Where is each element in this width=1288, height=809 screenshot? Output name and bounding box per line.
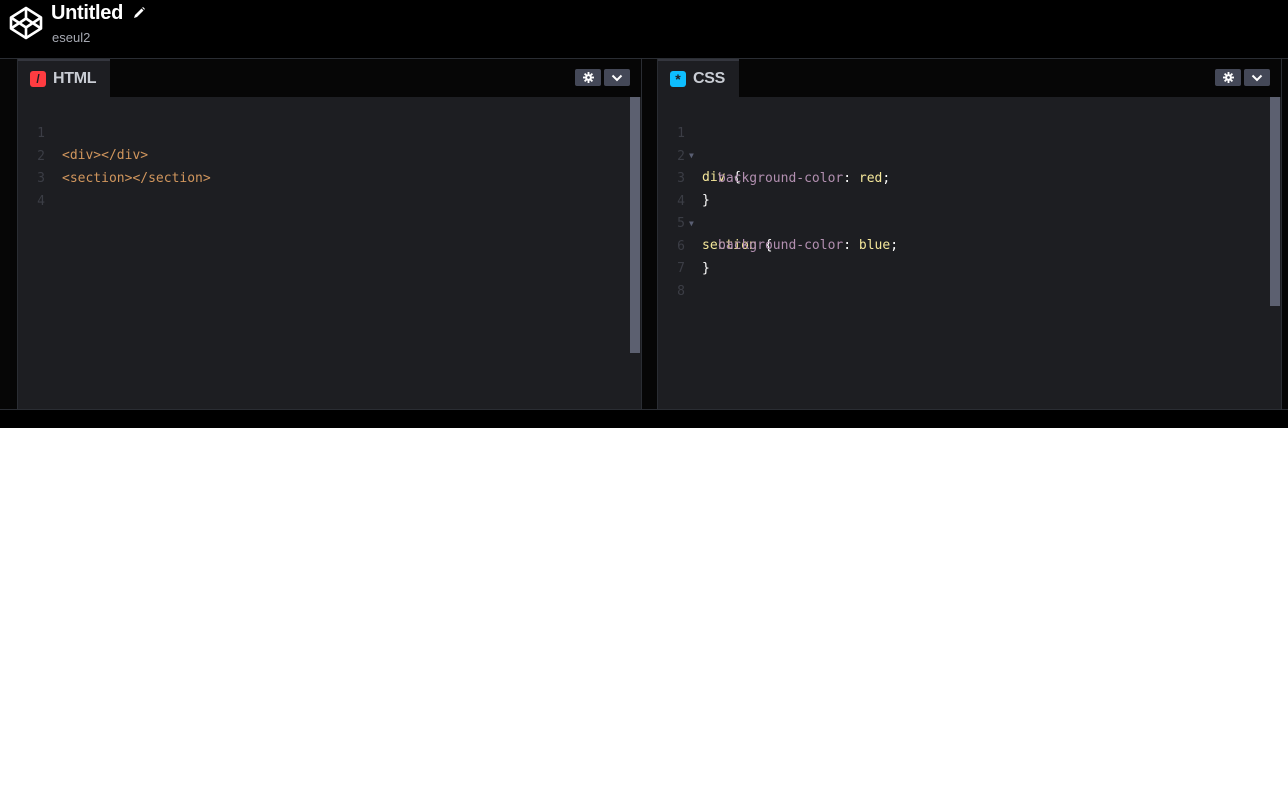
gear-icon	[1222, 72, 1234, 83]
css-editor-panel: * CSS 1 ▼ div {2 background-color: red;…	[657, 59, 1282, 409]
tab-label: HTML	[53, 70, 97, 87]
app-header: Untitled eseul2	[0, 0, 1288, 59]
chevron-down-icon	[611, 74, 623, 81]
css-icon: *	[670, 71, 686, 87]
line-number: 4	[37, 194, 45, 209]
html-scrollbar[interactable]	[630, 97, 640, 353]
pencil-icon[interactable]	[132, 6, 146, 20]
css-colon: :	[843, 238, 859, 253]
code-line: 6 }	[658, 214, 721, 276]
bottom-resize-bar[interactable]	[0, 409, 1288, 428]
html-icon: /	[30, 71, 46, 87]
css-value: blue	[858, 238, 891, 253]
tab-css[interactable]: * CSS	[658, 59, 739, 97]
author-username[interactable]: eseul2	[52, 30, 90, 45]
code-line: 4 ▼ section {	[658, 169, 772, 253]
code-line: 8	[658, 259, 721, 299]
editor-region: / HTML 1 <div></div> 2 <section></sectio…	[0, 59, 1288, 409]
html-editor-panel: / HTML 1 <div></div> 2 <section></sectio…	[17, 59, 642, 409]
code-line: 3	[18, 146, 81, 186]
chevron-down-icon	[1251, 74, 1263, 81]
code-line: 1 ▼ div {	[658, 101, 741, 185]
code-text: background-color: red;	[718, 168, 890, 190]
code-line: 4	[18, 169, 81, 209]
code-line: 5 background-color: blue;	[658, 191, 898, 253]
html-code-area[interactable]: 1 <div></div> 2 <section></section> 3 4	[18, 97, 641, 409]
gear-icon	[582, 72, 594, 83]
code-line: 2 background-color: red;	[658, 124, 890, 186]
css-property: background-color	[718, 171, 844, 186]
title-area: Untitled	[51, 2, 146, 25]
css-colon: :	[843, 171, 859, 186]
css-semicolon: ;	[882, 171, 891, 186]
line-number: 8	[677, 284, 685, 299]
code-line: 1 <div></div>	[18, 101, 148, 163]
html-collapse-button[interactable]	[604, 69, 630, 86]
css-property: background-color	[718, 238, 844, 253]
html-panel-header: / HTML	[18, 59, 641, 97]
css-semicolon: ;	[890, 238, 899, 253]
css-panel-header: * CSS	[658, 59, 1281, 97]
css-code-area[interactable]: 1 ▼ div { 2 background-color: red; 3 } 4…	[658, 97, 1281, 409]
pen-title[interactable]: Untitled	[51, 2, 123, 25]
codepen-logo-icon[interactable]	[8, 5, 44, 41]
tab-html[interactable]: / HTML	[18, 59, 111, 97]
css-settings-button[interactable]	[1215, 69, 1241, 86]
css-scrollbar[interactable]	[1270, 97, 1280, 306]
code-line: 2 <section></section>	[18, 124, 211, 186]
code-line: 7	[658, 236, 721, 276]
css-value: red	[858, 171, 883, 186]
html-settings-button[interactable]	[575, 69, 601, 86]
css-collapse-button[interactable]	[1244, 69, 1270, 86]
code-line: 3 }	[658, 146, 721, 208]
code-text: <section></section>	[62, 171, 211, 186]
code-text: background-color: blue;	[718, 235, 898, 257]
tab-label: CSS	[693, 70, 725, 87]
